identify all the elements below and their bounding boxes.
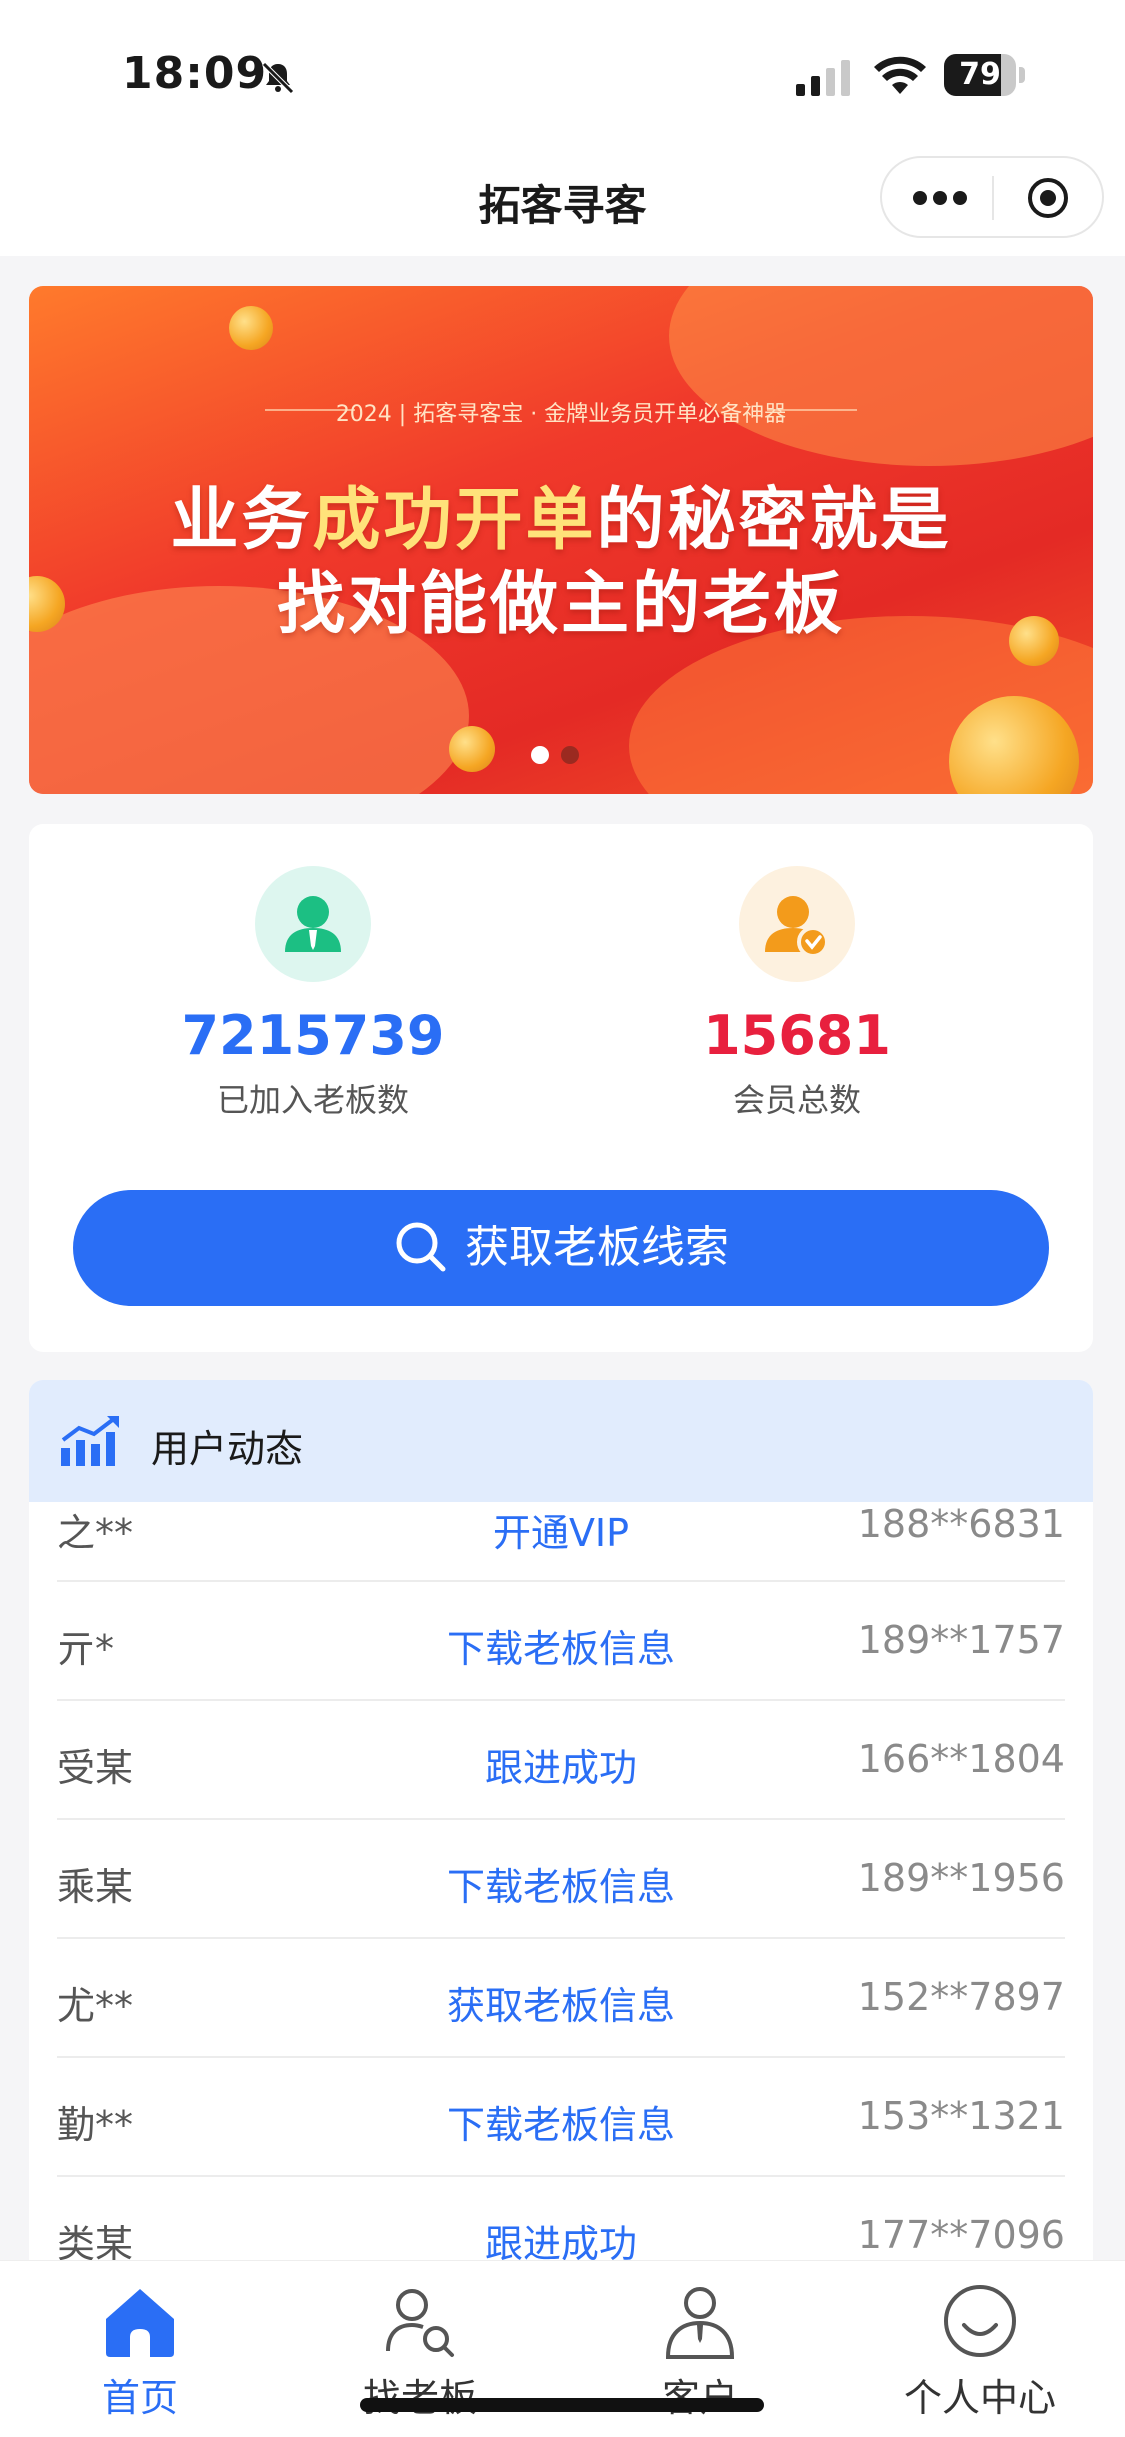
boss-count: 7215739 [181,1004,445,1067]
activity-row: 乘某 下载老板信息 189**1956 [57,1820,1065,1939]
find-person-icon [380,2281,460,2361]
activity-row: 之** 开通VIP 188**6831 [57,1502,1065,1582]
tab-customers-label: 客户 [600,2367,800,2422]
activity-title: 用户动态 [151,1427,304,1471]
carousel-dot[interactable] [561,746,579,764]
activity-phone: 153**1321 [857,2094,1065,2138]
bell-muted-icon [262,62,294,94]
activity-row: 尤** 获取老板信息 152**7897 [57,1939,1065,2058]
status-time: 18:09 [122,48,268,99]
banner-headline-line2: 找对能做主的老板 [276,565,845,644]
activity-phone: 177**7096 [857,2213,1065,2257]
member-count-label: 会员总数 [732,1081,861,1119]
customer-icon [660,2281,740,2361]
coin-icon [229,306,273,350]
close-target-icon[interactable] [1026,176,1070,220]
get-boss-leads-label: 获取老板线索 [465,1222,729,1273]
activity-phone: 189**1757 [857,1618,1065,1662]
coin-icon [449,726,495,772]
tab-find-boss-label: 找老板 [320,2367,520,2422]
boss-avatar-icon [255,866,371,982]
home-indicator [360,2398,764,2412]
boss-count-label: 已加入老板数 [216,1081,409,1119]
battery-percent: 79 [959,57,1001,92]
stats-card: 7215739 已加入老板数 15681 会员总数 获取老板线索 [29,824,1093,1352]
user-activity-panel: 之** 开通VIP 188**6831 亓* 下载老板信息 189**1757 … [29,1380,1093,2260]
activity-row: 受某 跟进成功 166**1804 [57,1701,1065,1820]
promo-banner[interactable]: 2024 | 拓客寻客宝 · 金牌业务员开单必备神器 业务成功开单的秘密就是 找… [29,286,1093,794]
tab-home-label: 首页 [101,2376,178,2420]
cellular-signal-icon [796,60,850,96]
activity-list[interactable]: 之** 开通VIP 188**6831 亓* 下载老板信息 189**1757 … [29,1502,1093,2260]
activity-phone: 189**1956 [857,1856,1065,1900]
banner-tagline: 2024 | 拓客寻客宝 · 金牌业务员开单必备神器 [335,402,787,427]
tab-profile[interactable]: 个人中心 [880,2281,1080,2422]
nav-bar: 拓客寻客 [0,150,1125,256]
mini-program-capsule [880,156,1104,238]
trend-chart-icon [61,1416,119,1466]
battery-icon: 79 [944,54,1026,96]
home-icon [100,2281,180,2361]
tab-home[interactable]: 首页 [40,2281,240,2422]
activity-row: 勤** 下载老板信息 153**1321 [57,2058,1065,2177]
activity-phone: 188**6831 [857,1502,1065,1546]
search-icon [396,1222,446,1272]
activity-row: 类某 跟进成功 177**7096 [57,2177,1065,2260]
activity-header: 用户动态 [29,1380,1093,1502]
carousel-dot[interactable] [531,746,549,764]
activity-phone: 166**1804 [857,1737,1065,1781]
activity-phone: 152**7897 [857,1975,1065,2019]
smile-icon [940,2281,1020,2361]
more-options-icon[interactable] [912,190,968,206]
activity-row: 亓* 下载老板信息 189**1757 [57,1582,1065,1701]
stat-members: 15681 会员总数 [597,866,997,1121]
stat-bosses: 7215739 已加入老板数 [113,866,513,1121]
get-boss-leads-button[interactable]: 获取老板线索 [73,1190,1049,1306]
wifi-icon [874,56,926,94]
member-verified-icon [739,866,855,982]
carousel-indicator [531,746,591,766]
status-bar: 18:09 79 [0,0,1125,150]
tab-profile-label: 个人中心 [903,2376,1056,2420]
member-count: 15681 [703,1004,891,1067]
